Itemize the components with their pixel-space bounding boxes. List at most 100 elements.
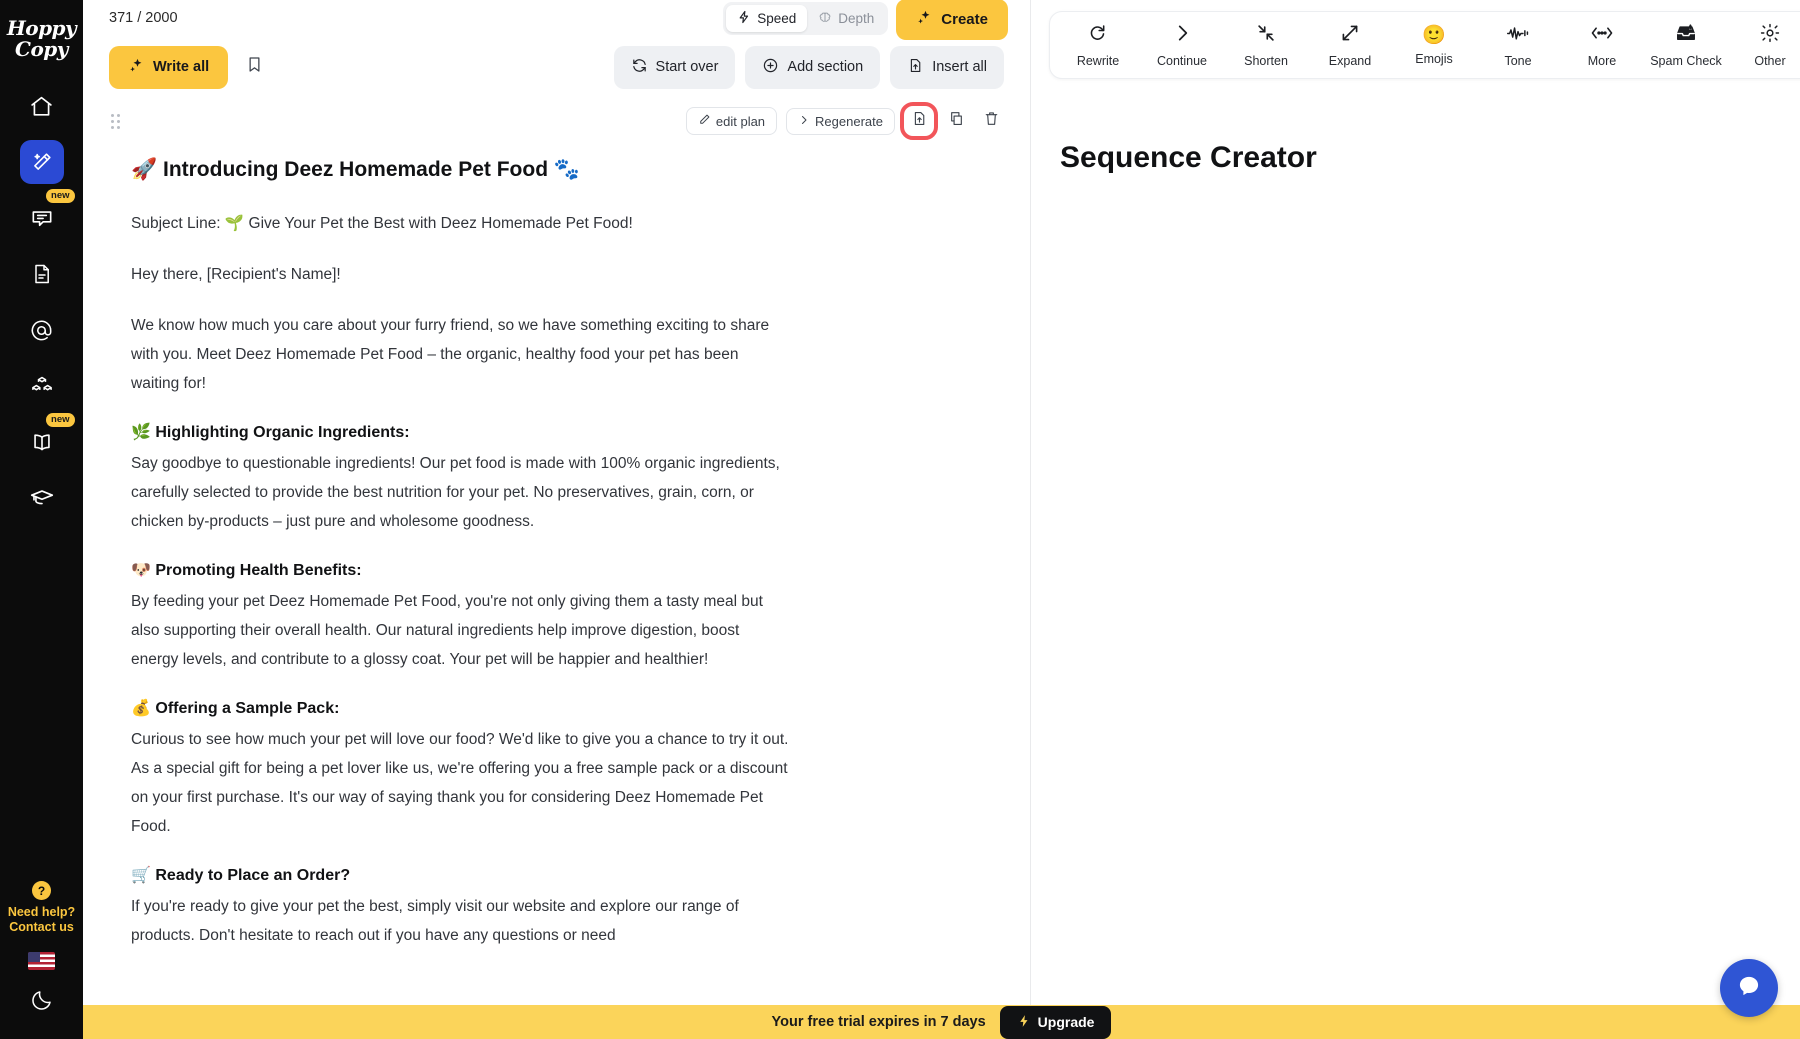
ai-tool-label: More xyxy=(1587,54,1617,68)
topbar-controls: Speed Depth Create xyxy=(723,0,1008,40)
ai-tool-label: Expand xyxy=(1328,54,1372,68)
sidebar-item-home[interactable] xyxy=(20,84,64,128)
section-heading: 🌿 Highlighting Organic Ingredients: xyxy=(131,424,410,442)
email-section-card: edit plan Regenerate 🚀 Introducing Deez … xyxy=(83,98,1030,950)
ai-tool-label: Tone xyxy=(1504,54,1532,68)
brain-icon xyxy=(818,10,832,27)
section-card-actions: edit plan Regenerate xyxy=(685,102,1004,140)
email-title: 🚀 Introducing Deez Homemade Pet Food 🐾 xyxy=(131,158,580,181)
trial-banner: Your free trial expires in 7 days Upgrad… xyxy=(83,1005,1800,1039)
start-over-label: Start over xyxy=(655,59,719,75)
us-flag-icon[interactable] xyxy=(28,952,55,970)
logo-line-1: Hoppy xyxy=(6,16,77,40)
section-body: If you're ready to give your pet the bes… xyxy=(131,898,739,945)
section-heading: 💰 Offering a Sample Pack: xyxy=(131,700,340,718)
copy-section-button[interactable] xyxy=(943,108,969,134)
help-line-1: Need help? xyxy=(7,905,76,919)
ai-tool-spam-check[interactable]: Spam Check xyxy=(1644,19,1728,71)
blocks-icon xyxy=(29,373,55,399)
ai-tool-more[interactable]: More xyxy=(1560,19,1644,71)
editor-column: 371 / 2000 Speed Depth Create Write all … xyxy=(83,0,1030,1039)
mode-toggle: Speed Depth xyxy=(723,1,889,35)
mode-depth[interactable]: Depth xyxy=(807,5,885,32)
home-icon xyxy=(29,94,54,119)
ai-tool-continue[interactable]: Continue xyxy=(1140,19,1224,71)
editor-scroll-area[interactable]: edit plan Regenerate 🚀 Introducing Deez … xyxy=(83,98,1030,1039)
ai-tool-label: Emojis xyxy=(1415,51,1453,66)
copy-icon xyxy=(948,110,965,132)
section-body: By feeding your pet Deez Homemade Pet Fo… xyxy=(131,593,763,669)
email-section: 🌿 Highlighting Organic Ingredients: Say … xyxy=(131,420,789,536)
new-badge: new xyxy=(46,189,75,203)
subject-line: Subject Line: 🌱 Give Your Pet the Best w… xyxy=(131,215,633,233)
ai-tool-shorten[interactable]: Shorten xyxy=(1224,19,1308,71)
section-body: Say goodbye to questionable ingredients!… xyxy=(131,455,780,531)
sidebar-item-library[interactable]: new xyxy=(20,413,75,464)
file-insert-icon xyxy=(911,110,928,132)
bookmark-button[interactable] xyxy=(237,50,271,84)
ai-tool-rewrite[interactable]: Rewrite xyxy=(1056,19,1140,71)
delete-section-button[interactable] xyxy=(978,108,1004,134)
new-badge: new xyxy=(46,413,75,427)
open-book-icon xyxy=(29,429,55,455)
magic-wand-icon xyxy=(30,150,54,174)
chevron-right-icon xyxy=(1171,22,1193,49)
ai-tool-other[interactable]: Other xyxy=(1728,19,1800,71)
character-counter: 371 / 2000 xyxy=(109,10,178,26)
editor-actionbar: Write all Start over Add section Insert … xyxy=(83,36,1030,98)
insert-all-button[interactable]: Insert all xyxy=(890,45,1004,89)
inbox-warning-icon xyxy=(1674,22,1698,49)
edit-plan-button[interactable]: edit plan xyxy=(685,107,778,135)
file-upload-icon xyxy=(907,57,924,78)
upgrade-button[interactable]: Upgrade xyxy=(999,1005,1112,1039)
logo-line-2: Copy xyxy=(15,37,68,61)
ellipsis-arrows-icon xyxy=(1590,22,1614,49)
trial-message: Your free trial expires in 7 days xyxy=(771,1014,986,1030)
bookmark-icon xyxy=(245,55,264,79)
lightning-icon xyxy=(1017,1014,1031,1031)
edit-plan-label: edit plan xyxy=(715,113,766,129)
gear-icon xyxy=(1759,22,1781,49)
section-heading: 🐶 Promoting Health Benefits: xyxy=(131,562,362,580)
ai-tool-label: Shorten xyxy=(1244,54,1288,68)
insert-section-button[interactable] xyxy=(900,102,938,140)
ai-tool-tone[interactable]: Tone xyxy=(1476,19,1560,71)
create-button[interactable]: Create xyxy=(896,0,1008,40)
ai-tool-emojis[interactable]: 🙂 Emojis xyxy=(1392,22,1476,69)
trash-icon xyxy=(983,110,1000,132)
right-panel: Rewrite Continue Shorten Expand 🙂 Emojis… xyxy=(1031,0,1800,1039)
mode-speed[interactable]: Speed xyxy=(726,4,808,32)
ai-tool-label: Rewrite xyxy=(1076,54,1120,68)
ai-tool-label: Other xyxy=(1754,54,1786,68)
sidebar-item-write[interactable] xyxy=(19,140,64,184)
ai-tool-label: Continue xyxy=(1156,54,1208,68)
sidebar-footer: ? Need help? Contact us xyxy=(0,881,83,1017)
sidebar-item-blocks[interactable] xyxy=(20,364,64,408)
sidebar-item-chat[interactable]: new xyxy=(20,189,75,240)
regenerate-button[interactable]: Regenerate xyxy=(786,107,895,135)
chat-bubble-icon xyxy=(29,205,55,231)
sparkles-icon xyxy=(128,57,145,78)
mode-speed-label: Speed xyxy=(757,10,797,26)
sidebar-item-documents[interactable] xyxy=(20,252,64,296)
question-mark-icon: ? xyxy=(32,881,51,900)
write-all-button[interactable]: Write all xyxy=(109,45,229,89)
refresh-ccw-icon xyxy=(1087,22,1109,49)
sidebar-item-academy[interactable] xyxy=(20,476,64,520)
intro-paragraph: We know how much you care about your fur… xyxy=(131,317,770,393)
sidebar-item-email[interactable] xyxy=(20,308,64,352)
email-document[interactable]: 🚀 Introducing Deez Homemade Pet Food 🐾 S… xyxy=(109,138,789,950)
moon-icon[interactable] xyxy=(30,988,54,1017)
section-card-toolbar: edit plan Regenerate xyxy=(109,102,1004,140)
help-line-2: Contact us xyxy=(9,919,74,934)
app-logo[interactable]: Hoppy Copy xyxy=(6,16,77,61)
start-over-button[interactable]: Start over xyxy=(613,45,736,89)
ai-tool-expand[interactable]: Expand xyxy=(1308,19,1392,71)
email-section: 💰 Offering a Sample Pack: Curious to see… xyxy=(131,696,789,841)
chat-widget-button[interactable] xyxy=(1720,959,1778,1017)
need-help-link[interactable]: ? Need help? Contact us xyxy=(8,881,75,934)
document-icon xyxy=(30,262,54,286)
smiley-emoji-icon: 🙂 xyxy=(1422,24,1446,46)
add-section-button[interactable]: Add section xyxy=(745,45,881,89)
drag-dots-icon[interactable] xyxy=(109,112,122,131)
